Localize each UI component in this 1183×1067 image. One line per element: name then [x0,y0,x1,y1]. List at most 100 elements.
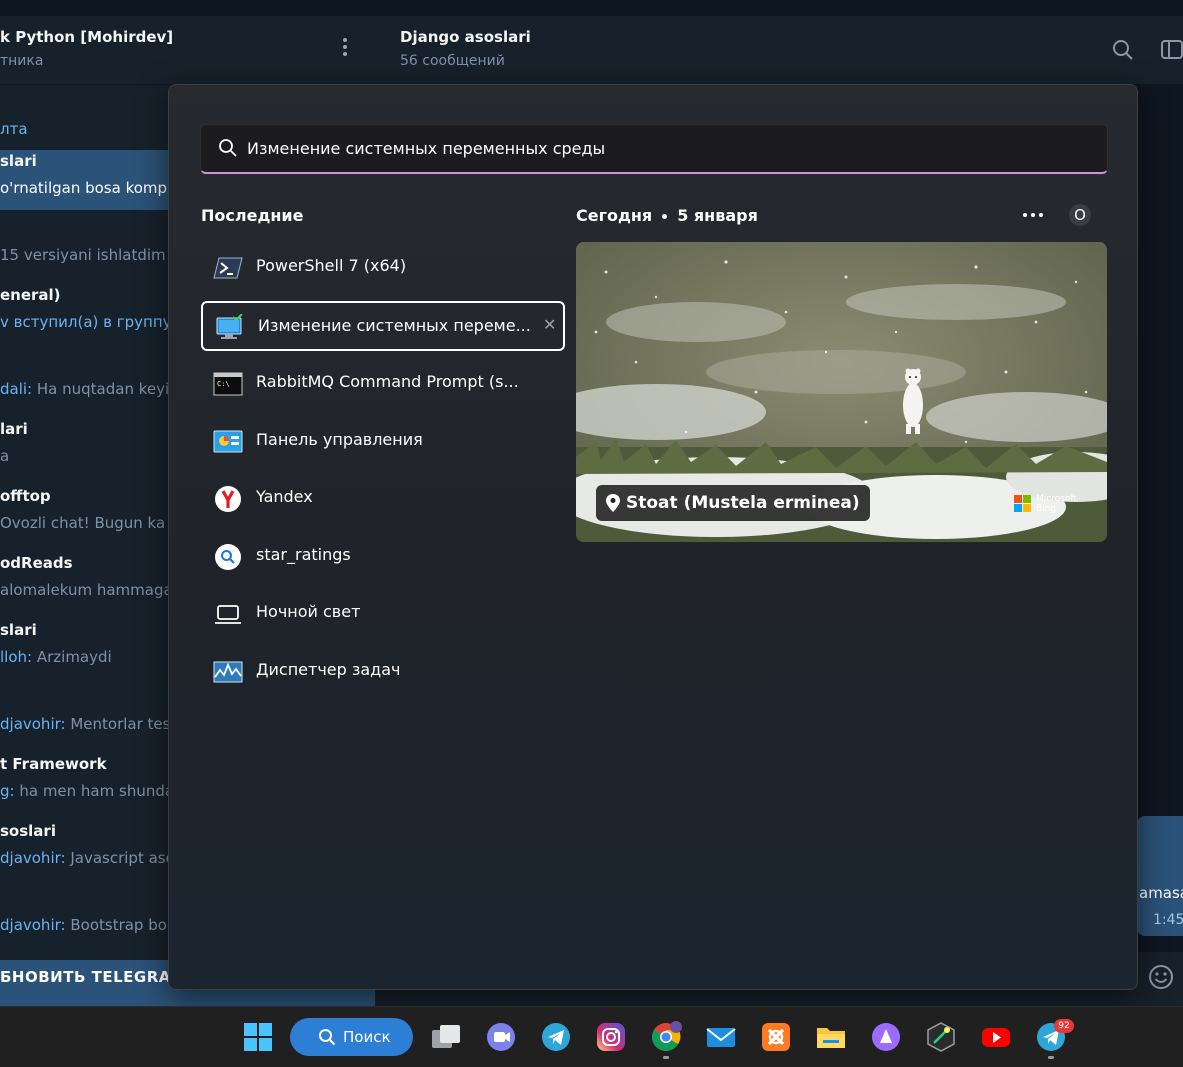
recent-item-label: Ночной свет [256,602,361,621]
search-box[interactable] [200,124,1108,174]
chat-preview: v вступил(а) в группу n [0,313,186,331]
instagram-icon[interactable] [595,1021,627,1053]
recent-title: Последние [201,206,304,225]
recent-item-label: star_ratings [256,545,351,564]
chat-title: soslari [0,822,56,840]
recent-item-env-variables[interactable]: Изменение системных переме... ✕ [201,301,565,351]
chat-preview: Ovozli chat! Bugun ka [0,514,166,532]
chat-preview: djavohir: Bootstrap bo' [0,916,172,934]
today-label: Сегодня [576,206,653,225]
chat-title: eneral) [0,286,61,304]
recent-item-yandex[interactable]: Yandex [201,474,565,524]
windows-start-icon[interactable] [242,1021,274,1053]
location-pill[interactable]: Stoat (Mustela erminea) [596,485,870,521]
recent-item-night-light[interactable]: Ночной свет [201,589,565,639]
xampp-icon[interactable] [760,1021,792,1053]
chat-preview: djavohir: Javascript aso [0,849,175,867]
message-text: amasa [1139,884,1183,902]
running-indicator [663,1056,669,1059]
recent-item-label: Панель управления [256,430,423,449]
taskbar-search-button[interactable]: Поиск [290,1018,413,1056]
command-prompt-icon: C:\ [213,372,243,396]
recent-item-star-ratings[interactable]: star_ratings [201,532,565,582]
youtube-icon[interactable] [980,1021,1012,1053]
bing-logo-line2: Bing [1036,504,1057,514]
location-label: Stoat (Mustela erminea) [626,493,860,513]
search-result-icon [215,544,241,570]
system-properties-icon [216,314,243,339]
telegram-unread-badge: 92 [1054,1019,1074,1033]
chrome-icon[interactable] [650,1021,682,1053]
alice-icon[interactable] [870,1021,902,1053]
recent-item-powershell[interactable]: PowerShell 7 (x64) [201,243,565,293]
chat-title: odReads [0,554,73,572]
recent-item-label: RabbitMQ Command Prompt (s... [256,372,519,391]
file-explorer-icon[interactable] [815,1021,847,1053]
recent-item-task-manager[interactable]: Диспетчер задач [201,647,565,697]
mail-icon[interactable] [705,1021,737,1053]
microsoft-bing-logo: Microsoft Bing [1014,494,1094,516]
taskbar: Поиск [0,1006,1183,1067]
more-menu-icon[interactable] [338,38,352,60]
chat-header: Django asoslari 56 сообщений [375,16,1183,84]
pycharm-icon[interactable] [925,1021,957,1053]
chat-title: lari [0,420,28,438]
recent-item-label: Yandex [256,487,313,506]
laptop-icon [215,605,241,624]
recent-item-label: Диспетчер задач [256,660,401,679]
channel-title: k Python [Mohirdev] [0,28,174,46]
stoat [903,368,923,434]
chat-header-title: Django asoslari [400,28,531,46]
task-manager-icon [213,661,243,683]
chat-preview: 15 versiyani ishlatdim n [0,246,180,264]
recent-item-rabbitmq-prompt[interactable]: C:\ RabbitMQ Command Prompt (s... [201,359,565,409]
channel-subtitle: тника [0,53,44,69]
microsoft-logo-icon [1014,495,1032,513]
close-icon[interactable]: ✕ [543,315,556,334]
taskbar-search-label: Поиск [343,1028,391,1046]
recent-item-label: Изменение системных переме... [258,316,531,335]
emoji-icon[interactable] [1148,964,1174,990]
chat-header-subtitle: 56 сообщений [400,53,505,69]
chat-title: offtop [0,487,51,505]
more-options-icon[interactable] [1021,205,1045,225]
telegram-web-icon[interactable] [540,1021,572,1053]
search-icon [219,139,237,157]
chat-title: slari [0,152,37,170]
yandex-browser-icon [215,486,241,512]
recent-item-label: PowerShell 7 (x64) [256,256,407,275]
chat-preview: lloh: Arzimaydi [0,648,112,666]
running-indicator [1048,1056,1054,1059]
chat-title: slari [0,621,37,639]
bing-logo-line1: Microsoft [1036,494,1077,504]
chat-preview: dali: Ha nuqtadan keyin [0,380,179,398]
sidebar-toggle-icon[interactable] [1161,39,1183,61]
chat-preview: djavohir: Mentorlar tes [0,715,171,733]
search-input[interactable] [247,133,1087,163]
search-icon[interactable] [1112,39,1134,61]
start-search-menu: Последние PowerShell 7 (x64) Изменение с… [168,84,1138,990]
today-date: 5 января [677,206,758,225]
message-time: 1:45 [1153,912,1183,928]
update-telegram-label: БНОВИТЬ TELEGRAM [0,968,187,986]
chat-list-header: k Python [Mohirdev] тника [0,16,375,85]
recent-item-control-panel[interactable]: Панель управления [201,417,565,467]
control-panel-icon [213,430,243,453]
svg-text:C:\: C:\ [217,380,230,388]
bing-daily-image-card[interactable]: Stoat (Mustela erminea) Microsoft Bing [576,242,1107,542]
location-pin-icon [606,494,620,512]
teams-meet-icon[interactable] [485,1021,517,1053]
chat-preview: a [0,447,10,465]
today-header: Сегодня 5 января [576,206,758,225]
chat-preview: g: ha men ham shunday [0,782,183,800]
section-label: лта [0,120,28,138]
chat-preview: o'rnatilgan bosa komp [0,179,168,197]
search-icon [319,1029,336,1046]
chat-title: t Framework [0,755,107,773]
profile-avatar[interactable]: O [1069,204,1091,226]
message-bubble: amasa 1:45 [1137,816,1183,936]
chat-preview: alomalekum hammaga [0,581,173,599]
task-view-icon[interactable] [430,1021,462,1053]
powershell-icon [213,257,243,279]
top-strip [0,0,1183,16]
